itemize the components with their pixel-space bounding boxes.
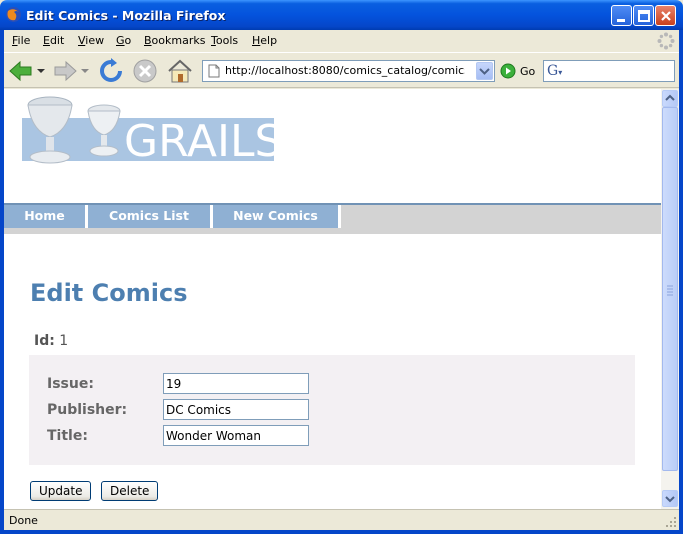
id-row: Id: 1 <box>34 333 68 349</box>
status-bar: Done <box>4 509 679 530</box>
nav-home[interactable]: Home <box>4 205 88 228</box>
menu-go[interactable]: Go <box>116 34 131 47</box>
issue-label: Issue: <box>47 376 94 392</box>
nav-new-comics[interactable]: New Comics <box>213 205 341 228</box>
search-box[interactable]: G▾ <box>543 60 675 82</box>
google-search-engine-icon[interactable]: G▾ <box>547 63 562 79</box>
stop-icon[interactable] <box>132 58 158 84</box>
status-text: Done <box>9 514 38 527</box>
navigation-toolbar: Go G▾ <box>4 52 679 88</box>
title-label: Title: <box>47 428 88 444</box>
window-frame-right <box>679 30 683 534</box>
window-frame-bottom <box>0 530 683 534</box>
reload-icon[interactable] <box>98 58 124 84</box>
maximize-button[interactable] <box>633 5 654 26</box>
forward-dropdown-icon[interactable] <box>81 67 89 75</box>
chevron-down-icon <box>479 68 490 75</box>
menu-tools[interactable]: Tools <box>211 34 238 47</box>
scroll-up-button[interactable] <box>662 90 678 107</box>
firefox-icon <box>6 7 21 22</box>
publisher-label: Publisher: <box>47 402 128 418</box>
menu-view[interactable]: View <box>78 34 104 47</box>
title-bar[interactable]: Edit Comics - Mozilla Firefox <box>0 0 683 30</box>
delete-button[interactable]: Delete <box>101 481 159 501</box>
grails-logo: GRAILS <box>22 96 278 167</box>
site-nav: Home Comics List New Comics <box>4 203 661 234</box>
page-content: GRAILS Home Comics List New Comics Edit … <box>4 89 661 509</box>
page-title: Edit Comics <box>30 279 188 307</box>
go-label: Go <box>520 65 536 78</box>
minimize-button[interactable] <box>611 5 632 26</box>
update-button[interactable]: Update <box>30 481 92 501</box>
back-icon[interactable] <box>8 59 34 83</box>
menu-edit[interactable]: Edit <box>43 34 64 47</box>
go-arrow-icon <box>500 63 516 79</box>
logo-text: GRAILS <box>124 116 278 167</box>
grip-lines-icon <box>667 285 673 296</box>
close-button[interactable] <box>655 5 676 26</box>
menu-bar: File Edit View Go Bookmarks Tools Help <box>4 30 679 52</box>
issue-input[interactable] <box>163 373 309 394</box>
back-dropdown-icon[interactable] <box>37 67 45 75</box>
chevron-down-icon <box>665 496 675 503</box>
url-dropdown-button[interactable] <box>476 62 493 80</box>
menu-file[interactable]: File <box>12 34 30 47</box>
throbber-icon <box>657 32 675 50</box>
go-button[interactable]: Go <box>500 63 535 81</box>
nav-comics-list[interactable]: Comics List <box>88 205 213 228</box>
url-bar[interactable] <box>202 60 495 82</box>
title-input[interactable] <box>163 425 309 446</box>
url-input[interactable] <box>225 64 465 77</box>
id-value: 1 <box>59 333 69 349</box>
edit-form: Issue: Publisher: Title: <box>29 355 635 465</box>
home-icon[interactable] <box>166 57 194 85</box>
publisher-input[interactable] <box>163 399 309 420</box>
menu-bookmarks[interactable]: Bookmarks <box>144 34 205 47</box>
id-label: Id: <box>34 333 55 349</box>
menu-help[interactable]: Help <box>252 34 277 47</box>
resize-grip-icon[interactable] <box>665 516 677 528</box>
scroll-down-button[interactable] <box>662 490 678 507</box>
window-title: Edit Comics - Mozilla Firefox <box>26 8 226 23</box>
forward-icon[interactable] <box>52 59 78 83</box>
vertical-scrollbar[interactable] <box>661 89 679 509</box>
chevron-up-icon <box>665 94 675 101</box>
scroll-thumb[interactable] <box>662 107 678 471</box>
page-icon <box>208 64 220 78</box>
